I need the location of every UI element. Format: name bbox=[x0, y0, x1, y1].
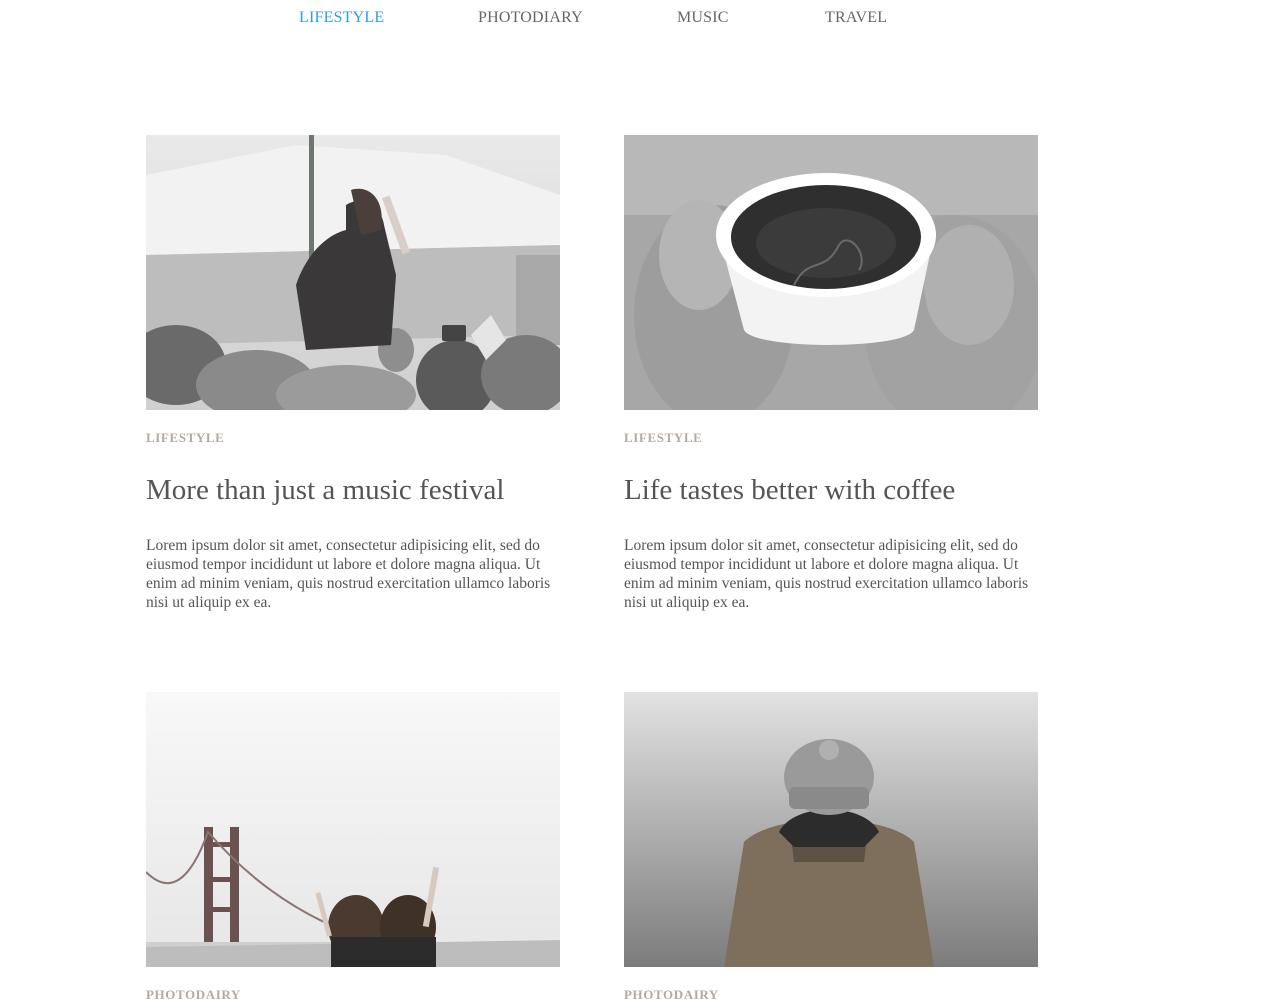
coffee-cup-image bbox=[624, 135, 1038, 410]
post-excerpt: Lorem ipsum dolor sit amet, consectetur … bbox=[146, 537, 551, 611]
festival-crowd-image bbox=[146, 135, 560, 410]
nav-item-photodiary[interactable]: PHOTODIARY bbox=[478, 9, 583, 27]
post-card: LIFESTYLE More than just a music festiva… bbox=[146, 135, 560, 612]
post-excerpt: Lorem ipsum dolor sit amet, consectetur … bbox=[624, 537, 1029, 611]
post-image-bridge[interactable] bbox=[146, 692, 560, 967]
nav-item-travel[interactable]: TRAVEL bbox=[825, 9, 887, 27]
post-card: PHOTODAIRY bbox=[624, 692, 1038, 1003]
post-title[interactable]: More than just a music festival bbox=[146, 473, 560, 507]
post-image-festival[interactable] bbox=[146, 135, 560, 410]
post-image-coffee[interactable] bbox=[624, 135, 1038, 410]
top-navigation: LIFESTYLE PHOTODIARY MUSIC TRAVEL bbox=[0, 0, 1280, 40]
post-card: LIFESTYLE Life tastes better with coffee… bbox=[624, 135, 1038, 612]
post-title[interactable]: Life tastes better with coffee bbox=[624, 473, 1038, 507]
nav-item-music[interactable]: MUSIC bbox=[677, 9, 729, 27]
post-category[interactable]: PHOTODAIRY bbox=[146, 987, 560, 1003]
post-category[interactable]: LIFESTYLE bbox=[624, 430, 1038, 446]
bridge-friends-image bbox=[146, 692, 560, 967]
person-beanie-image bbox=[624, 692, 1038, 967]
post-category[interactable]: PHOTODAIRY bbox=[624, 987, 1038, 1003]
post-category[interactable]: LIFESTYLE bbox=[146, 430, 560, 446]
nav-item-lifestyle[interactable]: LIFESTYLE bbox=[299, 9, 384, 27]
post-card: PHOTODAIRY bbox=[146, 692, 560, 1003]
blog-page: LIFESTYLE PHOTODIARY MUSIC TRAVEL LIFEST… bbox=[0, 0, 1280, 1008]
post-image-beanie[interactable] bbox=[624, 692, 1038, 967]
